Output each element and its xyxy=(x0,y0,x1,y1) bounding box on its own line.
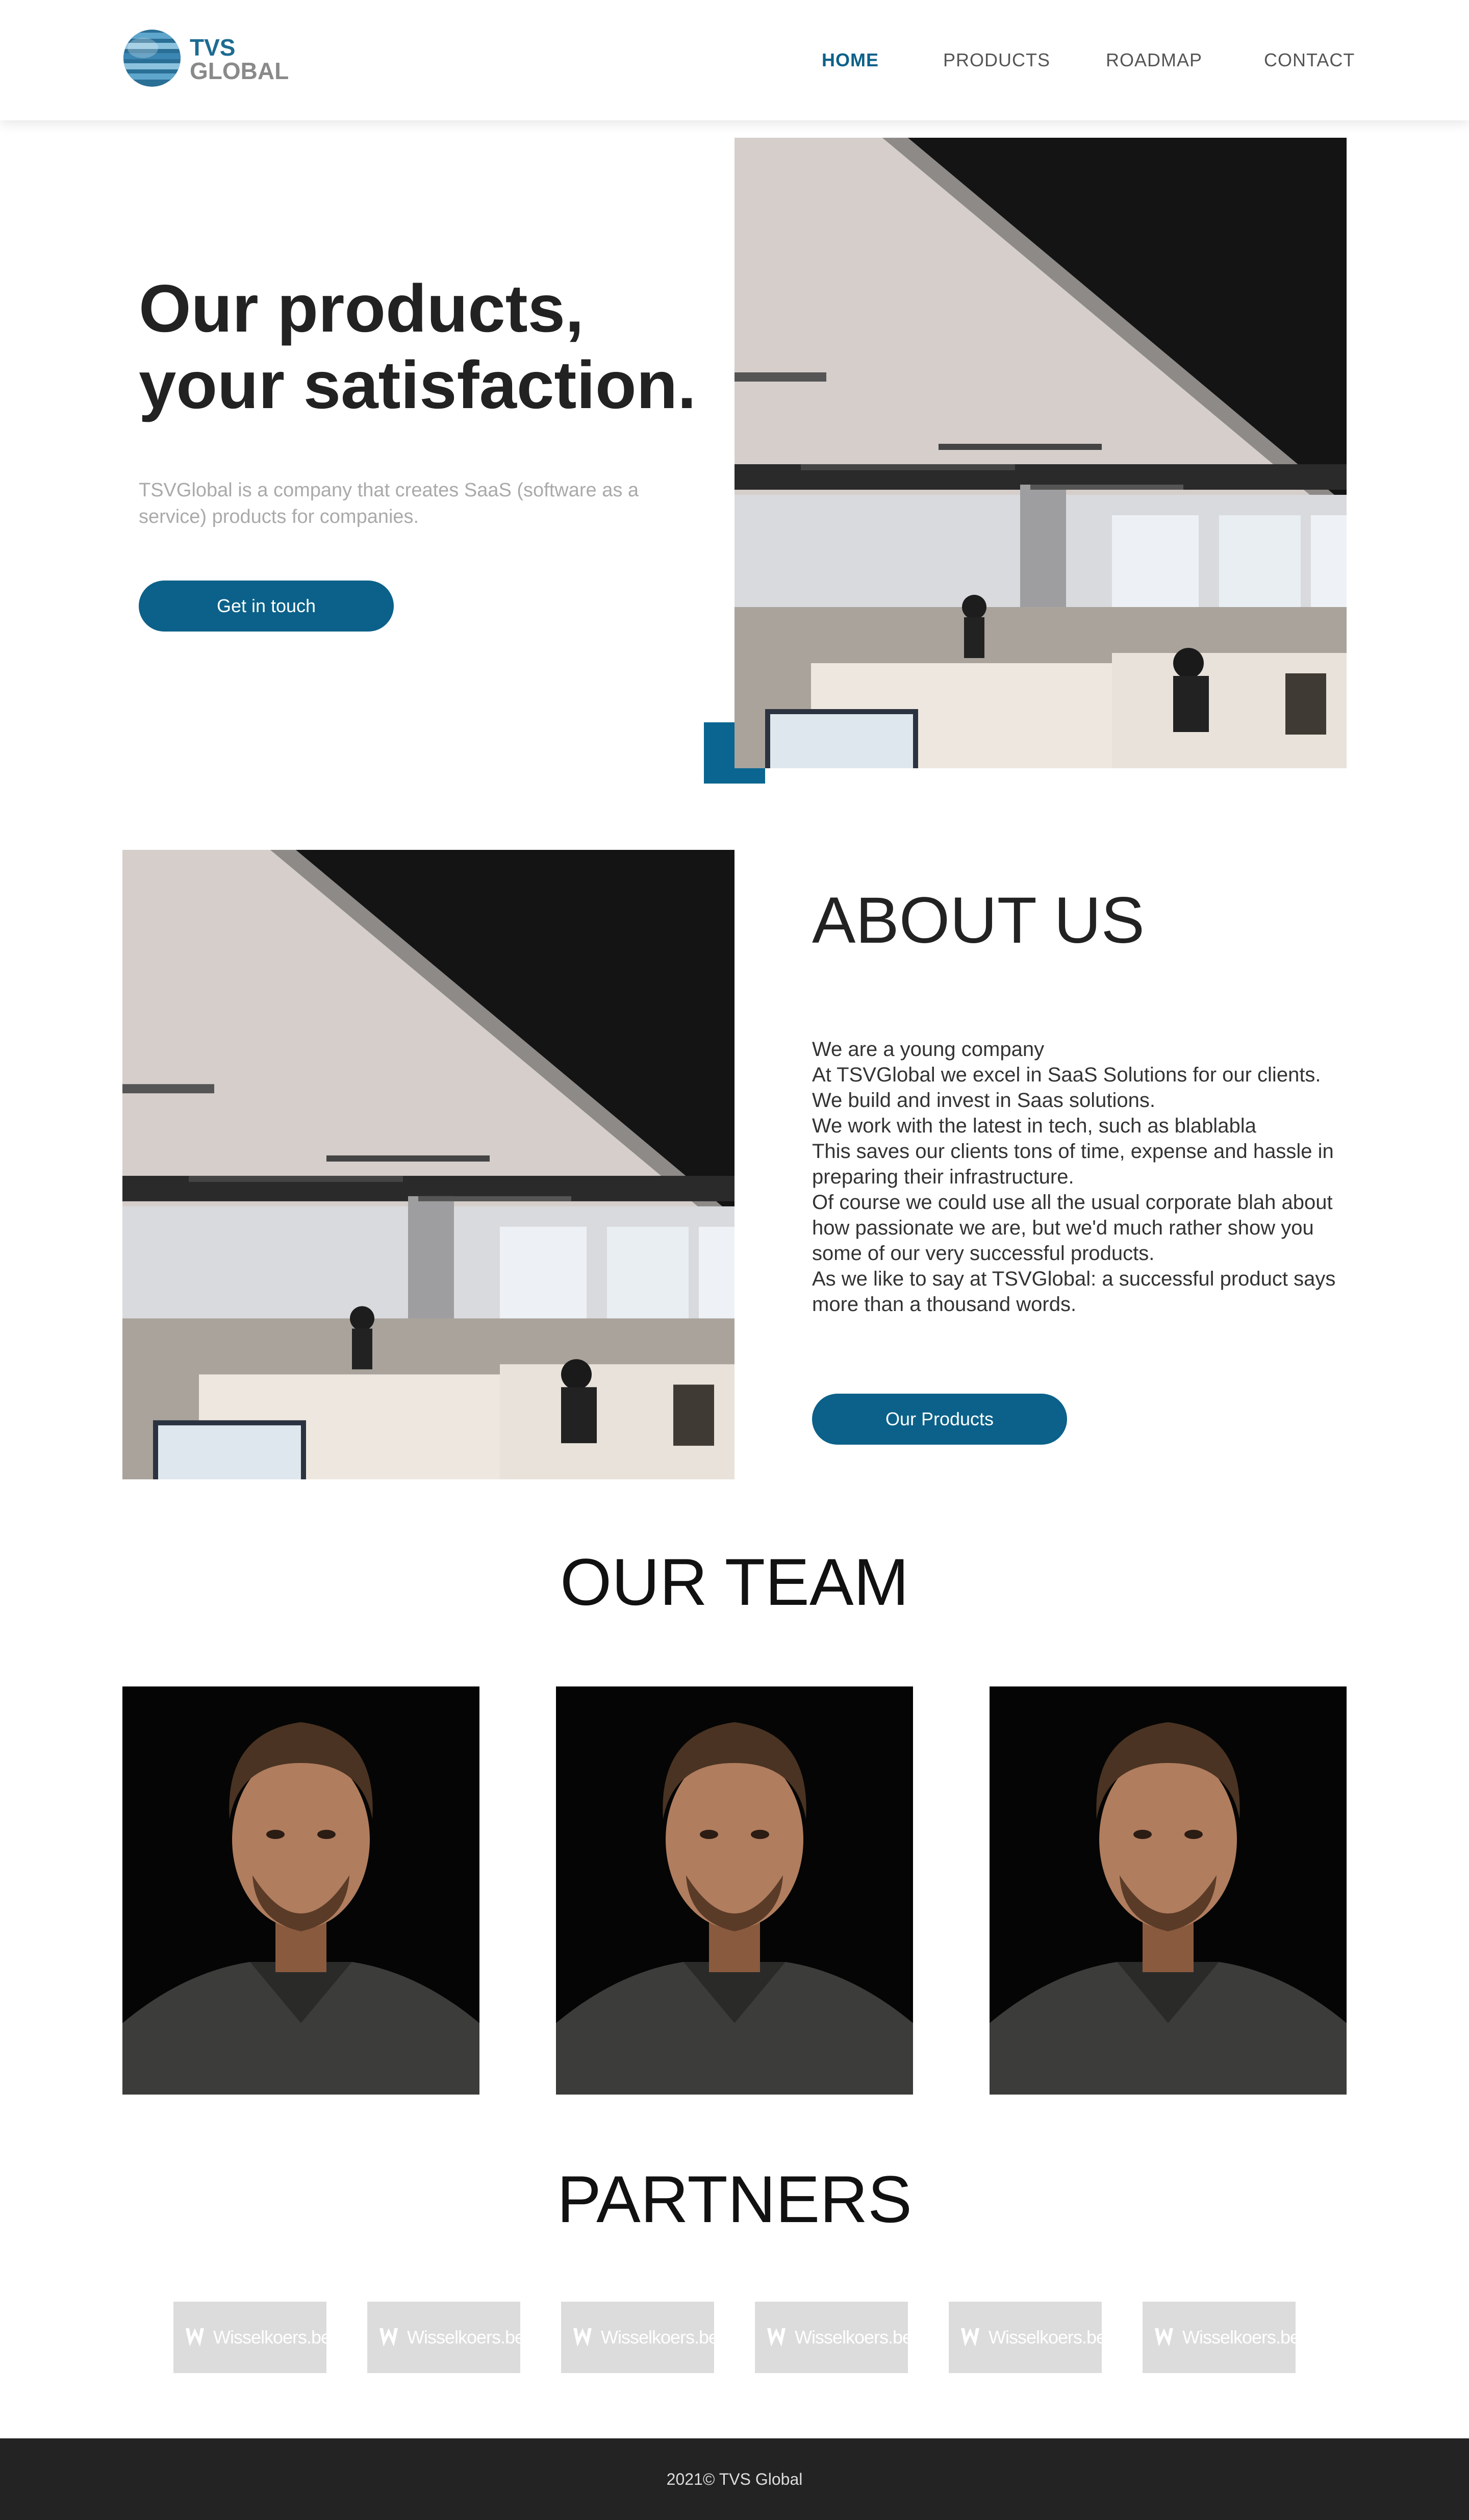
partner-name: Wisselkoers.be xyxy=(601,2327,719,2348)
nav-products[interactable]: PRODUCTS xyxy=(943,49,1050,71)
hero-title-line-2: your satisfaction. xyxy=(139,347,696,422)
team-title: OUR TEAM xyxy=(560,1545,909,1619)
wisselkoers-logo-icon xyxy=(961,2328,979,2347)
partner-logo[interactable]: Wisselkoers.be xyxy=(755,2302,913,2373)
partner-logo[interactable]: Wisselkoers.be xyxy=(949,2302,1106,2373)
partner-name: Wisselkoers.be xyxy=(989,2327,1106,2348)
nav-home[interactable]: HOME xyxy=(822,49,879,71)
team-member-photo xyxy=(990,1686,1347,2095)
partner-logo[interactable]: Wisselkoers.be xyxy=(561,2302,719,2373)
hero-title-line-1: Our products, xyxy=(139,271,584,346)
nav-contact[interactable]: CONTACT xyxy=(1264,49,1355,71)
partner-name: Wisselkoers.be xyxy=(795,2327,913,2348)
wisselkoers-logo-icon xyxy=(767,2328,786,2347)
logo[interactable]: TVS GLOBAL xyxy=(122,29,289,90)
our-products-button[interactable]: Our Products xyxy=(812,1394,1067,1445)
hero-office-image xyxy=(734,138,1347,768)
wisselkoers-logo-icon xyxy=(379,2328,398,2347)
partner-logo[interactable]: Wisselkoers.be xyxy=(367,2302,525,2373)
logo-text-tvs: TVS xyxy=(190,34,236,61)
site-footer: 2021© TVS Global xyxy=(0,2438,1469,2520)
team-member-photo xyxy=(556,1686,913,2095)
logo-text-global: GLOBAL xyxy=(190,58,289,84)
copyright-text: 2021© TVS Global xyxy=(666,2470,803,2488)
hero-subtitle: TSVGlobal is a company that creates SaaS… xyxy=(139,480,639,527)
partner-name: Wisselkoers.be xyxy=(213,2327,331,2348)
wisselkoers-logo-icon xyxy=(573,2328,592,2347)
globe-logo-icon xyxy=(123,30,181,87)
about-title: ABOUT US xyxy=(812,884,1145,957)
about-text: We are a young company At TSVGlobal we e… xyxy=(812,1038,1336,1316)
hero-title: Our products, your satisfaction. xyxy=(139,270,751,423)
wisselkoers-logo-icon xyxy=(186,2328,204,2347)
partner-name: Wisselkoers.be xyxy=(1182,2327,1300,2348)
site-header: TVS GLOBAL HOME PRODUCTS ROADMAP CONTACT xyxy=(0,0,1469,120)
wisselkoers-logo-icon xyxy=(1155,2328,1173,2347)
team-member-photo xyxy=(122,1686,479,2095)
get-in-touch-button[interactable]: Get in touch xyxy=(139,581,394,632)
partner-logo[interactable]: Wisselkoers.be xyxy=(1143,2302,1300,2373)
partners-title: PARTNERS xyxy=(557,2162,912,2236)
partner-name: Wisselkoers.be xyxy=(407,2327,525,2348)
partner-logo[interactable]: Wisselkoers.be xyxy=(173,2302,331,2373)
about-office-image xyxy=(122,850,734,1479)
nav-roadmap[interactable]: ROADMAP xyxy=(1106,49,1202,71)
